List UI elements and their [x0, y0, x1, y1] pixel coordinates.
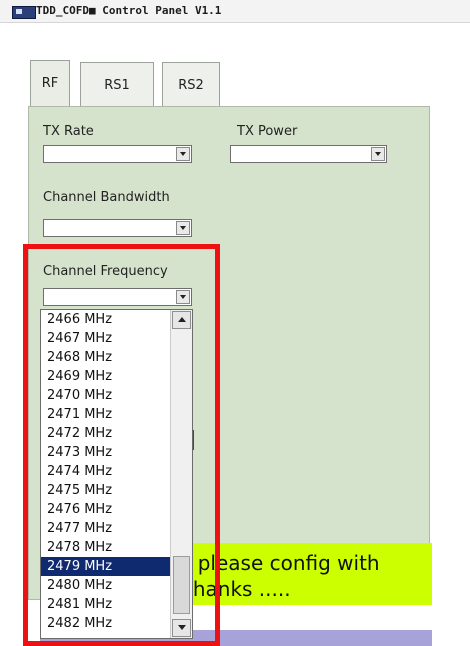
dropdown-option[interactable]: 2471 MHz: [41, 405, 170, 424]
dropdown-option[interactable]: 2468 MHz: [41, 348, 170, 367]
app-icon: [12, 6, 36, 19]
tab-rs1[interactable]: RS1: [80, 62, 154, 107]
chevron-down-icon[interactable]: [176, 290, 190, 304]
dropdown-option[interactable]: 2477 MHz: [41, 519, 170, 538]
tab-rf[interactable]: RF: [30, 60, 70, 106]
dropdown-option[interactable]: 2475 MHz: [41, 481, 170, 500]
channel-frequency-label: Channel Frequency: [43, 264, 168, 279]
tx-power-label: TX Power: [237, 124, 298, 139]
chevron-down-icon[interactable]: [176, 221, 190, 235]
dropdown-option[interactable]: 2474 MHz: [41, 462, 170, 481]
dropdown-option[interactable]: 2467 MHz: [41, 329, 170, 348]
chevron-down-icon[interactable]: [371, 147, 385, 161]
dropdown-option[interactable]: 2480 MHz: [41, 576, 170, 595]
status-message-line2: thanks .....: [185, 577, 291, 601]
dropdown-option[interactable]: 2481 MHz: [41, 595, 170, 614]
scrollbar-thumb[interactable]: [173, 556, 190, 614]
dropdown-option[interactable]: 2478 MHz: [41, 538, 170, 557]
window-titlebar: TDD_COFD■ Control Panel V1.1: [0, 0, 470, 23]
tx-power-select[interactable]: [230, 145, 387, 163]
channel-bandwidth-label: Channel Bandwidth: [43, 190, 170, 205]
scroll-down-icon[interactable]: [172, 619, 191, 637]
channel-frequency-select[interactable]: [43, 288, 192, 306]
channel-bandwidth-select[interactable]: [43, 219, 192, 237]
window-title: TDD_COFD■ Control Panel V1.1: [36, 4, 222, 17]
dropdown-option[interactable]: 2472 MHz: [41, 424, 170, 443]
tx-rate-select[interactable]: [43, 145, 192, 163]
dropdown-option[interactable]: 2470 MHz: [41, 386, 170, 405]
dropdown-option[interactable]: 2482 MHz: [41, 614, 170, 633]
dropdown-option[interactable]: 2473 MHz: [41, 443, 170, 462]
dropdown-option[interactable]: 2466 MHz: [41, 310, 170, 329]
dropdown-option[interactable]: 2479 MHz: [41, 557, 170, 576]
channel-frequency-dropdown-list[interactable]: 2466 MHz 2467 MHz 2468 MHz 2469 MHz 2470 MHz…: [40, 309, 193, 639]
dropdown-scrollbar[interactable]: [170, 310, 192, 638]
status-message-line1: , please config with: [185, 551, 380, 575]
scroll-up-icon[interactable]: [172, 311, 191, 329]
tab-rs2[interactable]: RS2: [162, 62, 220, 107]
tx-rate-label: TX Rate: [43, 124, 94, 139]
chevron-down-icon[interactable]: [176, 147, 190, 161]
dropdown-option[interactable]: 2476 MHz: [41, 500, 170, 519]
dropdown-option[interactable]: 2469 MHz: [41, 367, 170, 386]
